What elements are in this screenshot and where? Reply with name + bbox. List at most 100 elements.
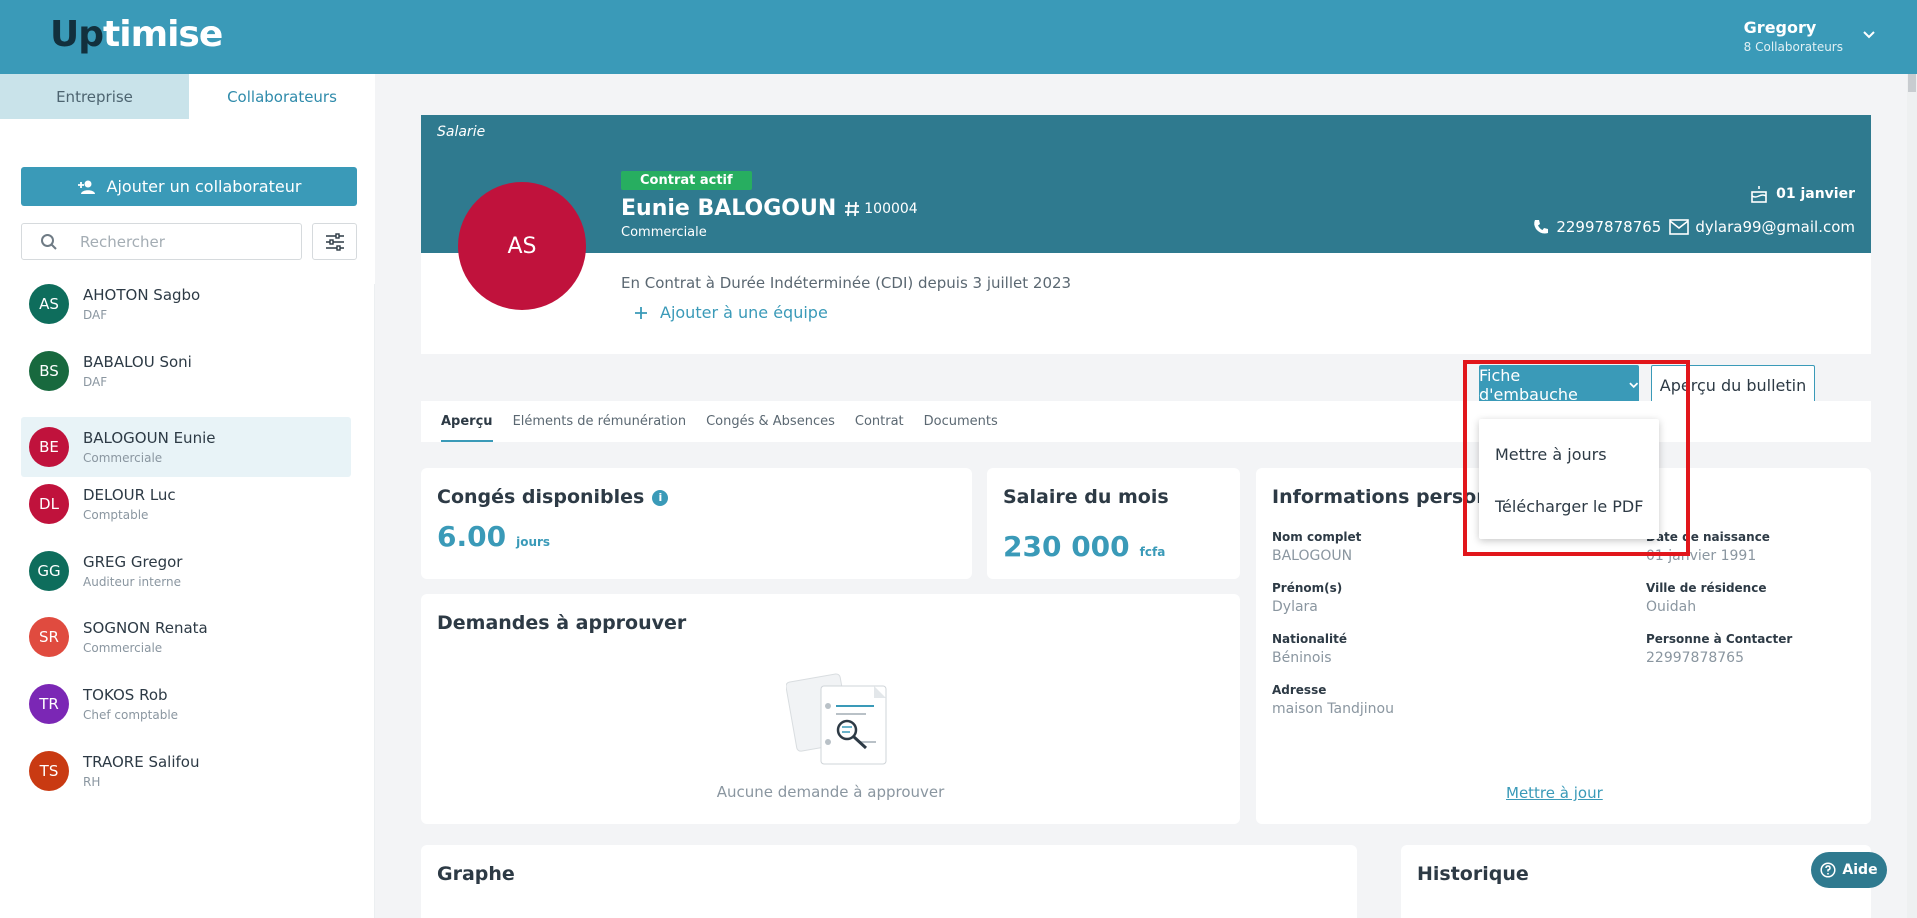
- profile-card: Salarie Contrat actif Eunie BALOGOUN 100…: [421, 115, 1871, 354]
- demandes-card: Demandes à approuver Aucune demande à ap…: [421, 594, 1240, 824]
- field-adresse: Adresse maison Tandjinou: [1272, 683, 1394, 717]
- employee-role: DAF: [83, 308, 108, 322]
- section-label: Salarie: [437, 124, 486, 140]
- menu-item-update[interactable]: Mettre à jours: [1479, 428, 1659, 480]
- list-item[interactable]: AS AHOTON Sagbo DAF: [21, 274, 351, 334]
- search-icon: [41, 233, 57, 250]
- graphe-card: Graphe: [421, 845, 1357, 918]
- list-item[interactable]: TS TRAORE Salifou RH: [21, 741, 351, 801]
- cake-icon: [1751, 186, 1767, 203]
- employee-name: TOKOS Rob: [83, 686, 168, 704]
- employee-job: Commerciale: [621, 225, 707, 240]
- menu-item-download-pdf[interactable]: Télécharger le PDF: [1479, 480, 1659, 532]
- demandes-title: Demandes à approuver: [437, 612, 687, 634]
- employee-role: RH: [83, 775, 101, 789]
- tab-entreprise[interactable]: Entreprise: [0, 74, 189, 119]
- avatar: BE: [29, 427, 69, 467]
- employee-role: DAF: [83, 375, 108, 389]
- employee-id: 100004: [844, 201, 918, 217]
- employee-name: GREG Gregor: [83, 553, 183, 571]
- apercu-bulletin-button[interactable]: Aperçu du bulletin: [1651, 365, 1815, 405]
- tab-collaborateurs[interactable]: Collaborateurs: [189, 74, 375, 119]
- help-button[interactable]: Aide: [1811, 852, 1887, 888]
- email[interactable]: dylara99@gmail.com: [1669, 218, 1855, 236]
- add-team-link[interactable]: Ajouter à une équipe: [634, 303, 828, 322]
- fiche-embauche-button[interactable]: Fiche d'embauche: [1479, 365, 1639, 404]
- contact-info: 22997878765 dylara99@gmail.com: [1532, 218, 1855, 236]
- employee-role: Comptable: [83, 508, 149, 522]
- update-info-link[interactable]: Mettre à jour: [1506, 784, 1603, 802]
- profile-header: Salarie Contrat actif Eunie BALOGOUN 100…: [421, 115, 1871, 253]
- avatar: AS: [29, 284, 69, 324]
- avatar: TS: [29, 751, 69, 791]
- list-item[interactable]: SR SOGNON Renata Commerciale: [21, 607, 351, 667]
- empty-state-text: Aucune demande à approuver: [716, 783, 945, 801]
- user-subtitle: 8 Collaborateurs: [1743, 40, 1843, 54]
- avatar: TR: [29, 684, 69, 724]
- sidebar-tabs: Entreprise Collaborateurs: [0, 74, 375, 119]
- employee-name: TRAORE Salifou: [83, 753, 200, 771]
- sliders-icon: [325, 232, 344, 251]
- employee-name: BABALOU Soni: [83, 353, 192, 371]
- add-collaborator-button[interactable]: Ajouter un collaborateur: [21, 167, 357, 206]
- app-logo[interactable]: Uptimise: [50, 14, 223, 55]
- conges-card: Congés disponibles i 6.00 jours: [421, 468, 972, 579]
- employee-title: Eunie BALOGOUN 100004: [621, 196, 918, 221]
- historique-card: Historique: [1401, 845, 1871, 918]
- salaire-value: 230 000 fcfa: [1003, 530, 1166, 563]
- info-icon[interactable]: i: [652, 489, 669, 506]
- avatar: BS: [29, 351, 69, 391]
- fiche-dropdown-menu: Mettre à jours Télécharger le PDF: [1479, 419, 1659, 539]
- top-bar: Uptimise Gregory 8 Collaborateurs: [0, 0, 1917, 74]
- list-item[interactable]: BS BABALOU Soni DAF: [21, 341, 351, 401]
- phone[interactable]: 22997878765: [1532, 218, 1661, 236]
- main-content: Salarie Contrat actif Eunie BALOGOUN 100…: [375, 74, 1917, 918]
- tab-remuneration[interactable]: Eléments de rémunération: [513, 401, 687, 442]
- profile-avatar: AS: [458, 182, 586, 310]
- employee-name: AHOTON Sagbo: [83, 286, 201, 304]
- chevron-down-icon[interactable]: [1861, 26, 1877, 42]
- scrollbar[interactable]: [1907, 74, 1917, 918]
- birthday: 01 janvier: [1750, 185, 1855, 203]
- avatar: SR: [29, 617, 69, 657]
- salaire-title: Salaire du mois: [1003, 486, 1169, 508]
- tab-conges[interactable]: Congés & Absences: [706, 401, 835, 442]
- employee-name: DELOUR Luc: [83, 486, 176, 504]
- contract-description: En Contrat à Durée Indéterminée (CDI) de…: [621, 274, 1072, 292]
- employee-name: SOGNON Renata: [83, 619, 208, 637]
- avatar: GG: [29, 551, 69, 591]
- field-date-naissance: Date de naissance 01 janvier 1991: [1646, 530, 1770, 564]
- add-collaborator-label: Ajouter un collaborateur: [106, 177, 302, 196]
- sidebar: Entreprise Collaborateurs Ajouter un col…: [0, 74, 375, 918]
- add-user-icon: [77, 180, 95, 194]
- hash-icon: [845, 201, 860, 216]
- list-item[interactable]: TR TOKOS Rob Chef comptable: [21, 674, 351, 734]
- employee-role: Auditeur interne: [83, 575, 181, 589]
- field-nom: Nom complet BALOGOUN: [1272, 530, 1362, 564]
- field-personne-contact: Personne à Contacter 22997878765: [1646, 632, 1793, 666]
- search-input[interactable]: [80, 232, 280, 251]
- tab-contrat[interactable]: Contrat: [855, 401, 904, 442]
- list-item[interactable]: BE BALOGOUN Eunie Commerciale: [21, 417, 351, 477]
- chevron-down-icon: [1628, 381, 1638, 388]
- user-menu[interactable]: Gregory 8 Collaborateurs: [1744, 18, 1843, 54]
- list-item[interactable]: DL DELOUR Luc Comptable: [21, 474, 351, 534]
- user-name: Gregory: [1743, 18, 1817, 37]
- employee-role: Commerciale: [83, 451, 163, 465]
- field-prenom: Prénom(s) Dylara: [1272, 581, 1343, 615]
- phone-icon: [1534, 220, 1549, 234]
- tab-apercu[interactable]: Aperçu: [441, 401, 493, 442]
- scrollbar-thumb[interactable]: [1908, 74, 1916, 92]
- employee-full-name: Eunie BALOGOUN: [621, 196, 837, 221]
- historique-title: Historique: [1417, 863, 1529, 885]
- mail-icon: [1669, 219, 1690, 235]
- list-item[interactable]: GG GREG Gregor Auditeur interne: [21, 541, 351, 601]
- tab-documents[interactable]: Documents: [924, 401, 998, 442]
- employee-role: Chef comptable: [83, 708, 179, 722]
- field-nationalite: Nationalité Béninois: [1272, 632, 1347, 666]
- filter-button[interactable]: [312, 223, 357, 260]
- conges-value: 6.00 jours: [437, 520, 551, 553]
- search-box: [21, 223, 302, 260]
- avatar: DL: [29, 484, 69, 524]
- plus-icon: [635, 306, 647, 319]
